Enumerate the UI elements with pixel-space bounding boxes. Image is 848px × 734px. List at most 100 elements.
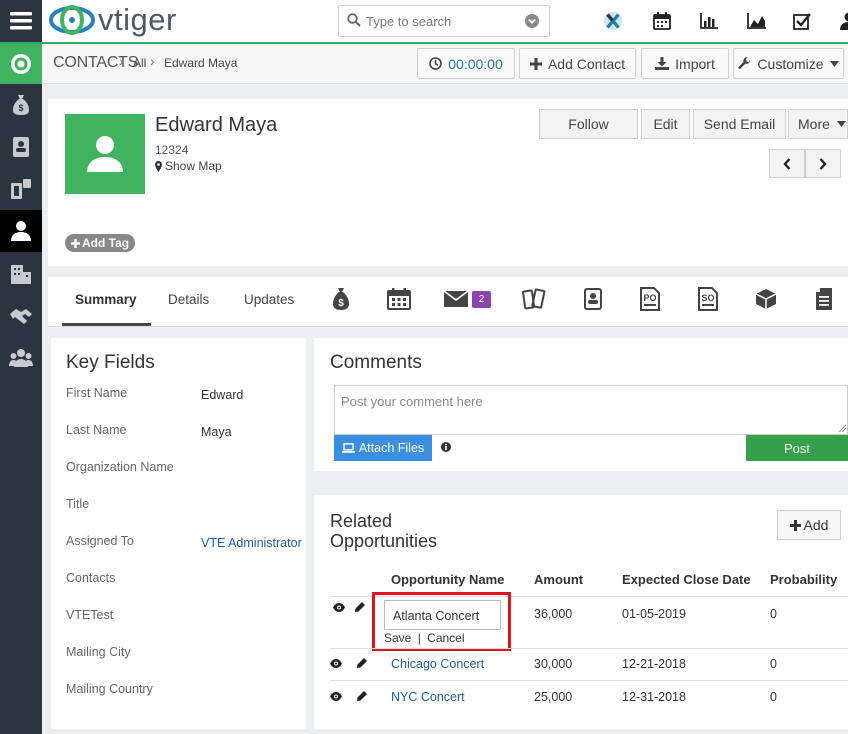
tab-tickets-icon[interactable] xyxy=(521,286,547,312)
email-count-badge: 2 xyxy=(472,290,491,308)
money-bag-icon: $ xyxy=(13,94,29,115)
breadcrumb-chevron-icon: › xyxy=(119,53,124,69)
sidebar-item-opportunities[interactable]: $ xyxy=(0,86,42,123)
follow-button[interactable]: Follow xyxy=(539,109,638,139)
envelope-icon xyxy=(444,291,468,307)
x-app-icon[interactable] xyxy=(602,10,624,32)
users-group-icon xyxy=(9,348,33,367)
previous-record-button[interactable] xyxy=(769,149,805,178)
add-contact-button[interactable]: Add Contact xyxy=(519,48,636,79)
plus-icon xyxy=(529,57,542,70)
calendar-icon[interactable] xyxy=(651,10,673,32)
sidebar-item-contacts[interactable] xyxy=(0,210,42,252)
cell-probability: 0 xyxy=(770,690,777,704)
search-options-chevron-icon[interactable] xyxy=(525,14,539,28)
field-label-mailing-city: Mailing City xyxy=(66,645,131,659)
field-value-first-name[interactable]: Edward xyxy=(201,388,243,402)
breadcrumb-module[interactable]: CONTACTS xyxy=(53,54,138,72)
timer-button[interactable]: 00:00:00 xyxy=(417,48,515,79)
bar-chart-icon[interactable] xyxy=(698,10,720,32)
tab-documents-icon[interactable] xyxy=(811,286,837,312)
tab-details[interactable]: Details xyxy=(168,292,209,307)
svg-text:SO: SO xyxy=(701,293,714,303)
view-eye-icon[interactable] xyxy=(330,692,342,701)
tab-products-box-icon[interactable] xyxy=(753,286,779,312)
post-comment-button[interactable]: Post xyxy=(746,435,848,461)
field-value-assigned-to[interactable]: VTE Administrator xyxy=(201,536,302,550)
show-map-link[interactable]: Show Map xyxy=(155,159,222,173)
record-number: 12324 xyxy=(155,143,189,157)
table-divider xyxy=(330,648,848,649)
add-tag-button[interactable]: Add Tag xyxy=(65,234,136,252)
sidebar-item-leads[interactable] xyxy=(0,170,42,207)
field-value-last-name[interactable]: Maya xyxy=(201,425,232,439)
person-icon xyxy=(11,221,31,241)
tab-contacts-book-icon[interactable] xyxy=(580,286,606,312)
caret-down-icon xyxy=(829,60,839,67)
import-icon xyxy=(655,57,670,70)
field-label-vtetest: VTETest xyxy=(66,608,114,622)
plus-icon xyxy=(71,238,80,248)
cell-opportunity-name-link[interactable]: NYC Concert xyxy=(391,690,465,704)
highlight-annotation-box xyxy=(372,592,511,651)
cell-close-date: 01-05-2019 xyxy=(622,607,686,621)
cell-amount: 30,000 xyxy=(534,657,573,671)
send-email-button[interactable]: Send Email xyxy=(693,109,786,139)
tab-updates[interactable]: Updates xyxy=(244,292,294,307)
sidebar-item-organizations[interactable] xyxy=(0,255,42,292)
user-profile-icon[interactable] xyxy=(835,10,848,32)
search-placeholder: Type to search xyxy=(366,14,452,29)
cell-amount: 36,000 xyxy=(534,607,573,621)
comment-textarea[interactable] xyxy=(334,385,848,435)
column-header-probability[interactable]: Probability xyxy=(770,572,837,587)
next-record-button[interactable] xyxy=(805,149,841,178)
comment-placeholder: Post your comment here xyxy=(341,394,483,409)
tab-summary[interactable]: Summary xyxy=(75,292,137,307)
hamburger-menu-icon[interactable] xyxy=(0,2,42,40)
task-checkbox-icon[interactable] xyxy=(791,10,813,32)
edit-pencil-icon[interactable] xyxy=(355,602,365,612)
tab-sales-order-icon[interactable]: SO xyxy=(695,286,721,312)
column-header-amount[interactable]: Amount xyxy=(534,572,583,587)
area-chart-icon[interactable] xyxy=(745,10,767,32)
view-eye-icon[interactable] xyxy=(333,603,345,612)
column-header-expected-close-date[interactable]: Expected Close Date xyxy=(622,572,751,587)
sidebar-item-home[interactable] xyxy=(0,44,42,84)
cell-opportunity-name-link[interactable]: Chicago Concert xyxy=(391,657,484,671)
attach-files-button[interactable]: Attach Files xyxy=(334,435,432,461)
add-opportunity-button[interactable]: Add xyxy=(777,510,841,540)
table-divider xyxy=(330,680,848,681)
import-button[interactable]: Import xyxy=(641,48,729,79)
customize-button[interactable]: Customize xyxy=(733,48,844,79)
more-button[interactable]: More xyxy=(788,109,848,139)
resize-handle-icon[interactable] xyxy=(838,424,847,433)
breadcrumb-record: Edward Maya xyxy=(164,56,238,70)
tab-purchase-order-icon[interactable]: PO xyxy=(637,286,663,312)
sidebar-item-contacts-book[interactable] xyxy=(0,128,42,165)
vtiger-logo-icon xyxy=(49,5,95,35)
tab-opportunities-money-bag-icon[interactable]: $ xyxy=(328,286,354,312)
add-tag-label: Add Tag xyxy=(82,236,130,250)
follow-label: Follow xyxy=(568,116,609,132)
field-label-mailing-country: Mailing Country xyxy=(66,682,153,696)
cell-close-date: 12-31-2018 xyxy=(622,690,686,704)
view-eye-icon[interactable] xyxy=(330,659,342,668)
breadcrumb-all[interactable]: All xyxy=(133,56,146,70)
logo-text: vtiger xyxy=(98,2,177,37)
edit-pencil-icon[interactable] xyxy=(357,691,367,701)
active-tab-indicator xyxy=(62,323,151,326)
edit-label: Edit xyxy=(653,116,678,132)
vtiger-logo[interactable]: vtiger xyxy=(48,2,177,38)
edit-pencil-icon[interactable] xyxy=(357,658,367,668)
sidebar-item-users[interactable] xyxy=(0,339,42,376)
edit-button[interactable]: Edit xyxy=(641,109,690,139)
tab-calendar-icon[interactable] xyxy=(386,286,412,312)
column-header-opportunity-name[interactable]: Opportunity Name xyxy=(391,572,504,587)
search-icon xyxy=(347,13,361,27)
info-icon[interactable] xyxy=(441,442,451,452)
add-contact-label: Add Contact xyxy=(547,55,626,72)
home-target-icon xyxy=(11,54,31,74)
sidebar-item-deals[interactable] xyxy=(0,297,42,334)
field-label-assigned-to: Assigned To xyxy=(66,534,134,548)
tab-emails[interactable]: 2 xyxy=(444,286,492,312)
